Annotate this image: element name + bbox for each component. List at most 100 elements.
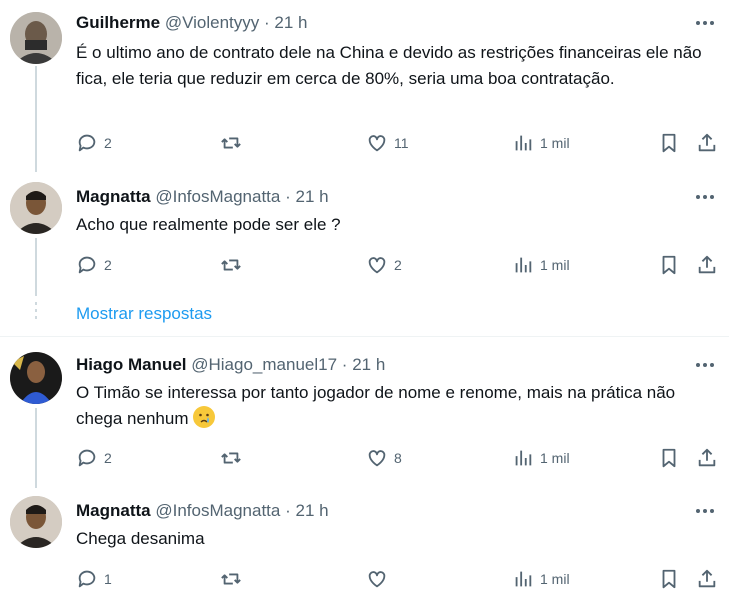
- views-button[interactable]: 1 mil: [512, 252, 570, 278]
- reply-count: 2: [104, 135, 112, 151]
- views-button[interactable]: 1 mil: [512, 130, 570, 156]
- thread-line: [35, 66, 37, 172]
- like-count: 8: [394, 450, 402, 466]
- author-handle[interactable]: @InfosMagnatta: [155, 187, 280, 206]
- timestamp[interactable]: 21 h: [352, 355, 385, 374]
- views-count: 1 mil: [540, 571, 570, 587]
- views-button[interactable]: 1 mil: [512, 445, 570, 471]
- reply-button[interactable]: 2: [76, 445, 112, 471]
- bookmark-button[interactable]: [658, 445, 680, 471]
- share-icon: [698, 569, 716, 588]
- timestamp[interactable]: 21 h: [296, 187, 329, 206]
- tweet-header: Guilherme @Violentyyy · 21 h: [76, 12, 308, 34]
- like-icon: [368, 450, 386, 467]
- like-count: 2: [394, 257, 402, 273]
- views-icon: [515, 135, 532, 151]
- views-icon: [515, 450, 532, 466]
- views-icon: [515, 257, 532, 273]
- share-icon: [698, 448, 716, 467]
- separator-dot: ·: [285, 187, 291, 206]
- tweet-header: Magnatta @InfosMagnatta · 21 h: [76, 186, 329, 208]
- show-replies-link[interactable]: Mostrar respostas: [76, 304, 212, 324]
- bookmark-button[interactable]: [658, 566, 680, 592]
- like-icon: [368, 135, 386, 152]
- tweet-text: Chega desanima: [76, 529, 205, 548]
- retweet-icon: [221, 452, 241, 464]
- share-button[interactable]: [696, 445, 718, 471]
- retweet-button[interactable]: [220, 566, 248, 592]
- bookmark-icon: [662, 255, 676, 275]
- separator-dot: ·: [341, 355, 348, 374]
- timestamp[interactable]: 21 h: [274, 13, 307, 32]
- tweet-text: Acho que realmente pode ser ele ?: [76, 215, 341, 234]
- retweet-icon: [221, 573, 241, 585]
- reply-icon: [78, 134, 96, 152]
- author-handle[interactable]: @InfosMagnatta: [155, 501, 280, 520]
- retweet-button[interactable]: [220, 445, 248, 471]
- tweet-text-content: O Timão se interessa por tanto jogador d…: [76, 383, 676, 428]
- tweet-header: Hiago Manuel @Hiago_manuel17 · 21 h: [76, 354, 385, 376]
- bookmark-button[interactable]: [658, 252, 680, 278]
- retweet-button[interactable]: [220, 252, 248, 278]
- divider: [0, 336, 729, 337]
- reply-button[interactable]: 2: [76, 252, 112, 278]
- views-count: 1 mil: [540, 135, 570, 151]
- like-button[interactable]: 2: [366, 252, 402, 278]
- like-icon: [368, 571, 386, 588]
- share-button[interactable]: [696, 252, 718, 278]
- tweet-header: Magnatta @InfosMagnatta · 21 h: [76, 500, 329, 522]
- views-count: 1 mil: [540, 257, 570, 273]
- like-button[interactable]: 11: [366, 130, 409, 156]
- more-icon[interactable]: [693, 187, 717, 207]
- timestamp[interactable]: 21 h: [296, 501, 329, 520]
- reply-button[interactable]: 1: [76, 566, 112, 592]
- more-icon[interactable]: [693, 13, 717, 33]
- avatar[interactable]: [10, 12, 62, 64]
- tweet-actions: 2 2 1 mil: [76, 252, 722, 278]
- tweet-text: O Timão se interessa por tanto jogador d…: [76, 380, 716, 432]
- author-name[interactable]: Magnatta: [76, 187, 151, 206]
- tweet-text: É o ultimo ano de contrato dele na China…: [76, 43, 702, 88]
- like-count: 11: [394, 135, 409, 151]
- tweet-actions: 2 11 1 mil: [76, 130, 722, 156]
- avatar[interactable]: [10, 182, 62, 234]
- author-name[interactable]: Hiago Manuel: [76, 355, 187, 374]
- author-handle[interactable]: @Hiago_manuel17: [191, 355, 337, 374]
- more-icon[interactable]: [693, 501, 717, 521]
- views-button[interactable]: 1 mil: [512, 566, 570, 592]
- author-handle[interactable]: @Violentyyy: [165, 13, 259, 32]
- share-icon: [698, 133, 716, 152]
- share-button[interactable]: [696, 566, 718, 592]
- tweet-actions: 2 8 1 mil: [76, 445, 722, 471]
- avatar[interactable]: [10, 352, 62, 404]
- author-name[interactable]: Guilherme: [76, 13, 160, 32]
- reply-count: 2: [104, 257, 112, 273]
- author-name[interactable]: Magnatta: [76, 501, 151, 520]
- thread-line: [35, 408, 37, 488]
- reply-icon: [78, 449, 96, 467]
- views-icon: [515, 571, 532, 587]
- like-button[interactable]: 8: [366, 445, 402, 471]
- more-icon[interactable]: [693, 355, 717, 375]
- separator-dot: ·: [285, 501, 291, 520]
- crying-face-icon: [193, 406, 216, 428]
- reply-count: 2: [104, 450, 112, 466]
- reply-icon: [78, 256, 96, 274]
- thread-dots: [35, 302, 37, 323]
- share-button[interactable]: [696, 130, 718, 156]
- separator-dot: ·: [264, 13, 270, 32]
- retweet-icon: [221, 259, 241, 271]
- bookmark-button[interactable]: [658, 130, 680, 156]
- retweet-icon: [221, 137, 241, 149]
- like-icon: [368, 257, 386, 274]
- bookmark-icon: [662, 569, 676, 589]
- reply-button[interactable]: 2: [76, 130, 112, 156]
- like-button[interactable]: [366, 566, 394, 592]
- thread-line: [35, 238, 37, 296]
- bookmark-icon: [662, 448, 676, 468]
- avatar[interactable]: [10, 496, 62, 548]
- share-icon: [698, 255, 716, 274]
- bookmark-icon: [662, 133, 676, 153]
- retweet-button[interactable]: [220, 130, 248, 156]
- reply-count: 1: [104, 571, 112, 587]
